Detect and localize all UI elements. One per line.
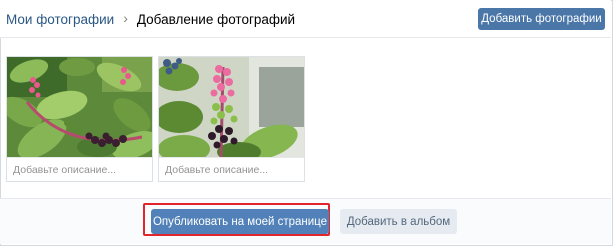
photo-card[interactable]: Добавьте описание... bbox=[158, 56, 305, 182]
add-to-album-button[interactable]: Добавить в альбом bbox=[340, 209, 457, 234]
breadcrumb: Мои фотографии › Добавление фотографий bbox=[6, 10, 295, 28]
page-header: Мои фотографии › Добавление фотографий Д… bbox=[0, 0, 611, 38]
add-photos-button[interactable]: Добавить фотографии bbox=[478, 8, 605, 30]
photo-thumbnail[interactable] bbox=[159, 57, 304, 157]
photo-description-input[interactable]: Добавьте описание... bbox=[159, 157, 304, 181]
chevron-right-icon: › bbox=[123, 10, 128, 26]
page-title: Добавление фотографий bbox=[136, 11, 296, 27]
photo-card[interactable]: Добавьте описание... bbox=[6, 56, 153, 182]
photo-description-input[interactable]: Добавьте описание... bbox=[7, 157, 152, 181]
breadcrumb-my-photos-link[interactable]: Мои фотографии bbox=[6, 12, 114, 27]
publish-on-my-page-button[interactable]: Опубликовать на моей странице bbox=[151, 209, 329, 234]
photo-thumbnail[interactable] bbox=[7, 57, 152, 157]
